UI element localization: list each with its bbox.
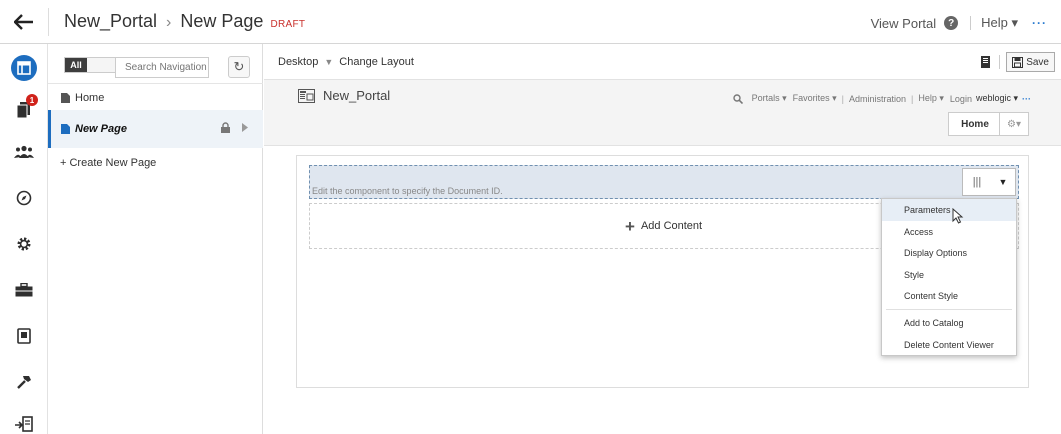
more-options-icon[interactable]: ··· xyxy=(1032,16,1047,30)
menu-item-style[interactable]: Style xyxy=(882,264,1016,286)
device-select[interactable]: Desktop xyxy=(278,56,318,68)
content-viewer-component[interactable]: Edit the component to specify the Docume… xyxy=(309,165,1019,199)
portal-header: New_Portal Portals ▾ Favorites ▾ | Admin… xyxy=(264,80,1061,146)
header-divider xyxy=(48,8,49,36)
nav-item-new-page[interactable]: New Page xyxy=(48,110,263,148)
favorites-menu[interactable]: Favorites ▾ xyxy=(793,93,837,104)
tab-home[interactable]: Home xyxy=(948,112,1002,136)
search-navigation-input[interactable] xyxy=(115,57,209,78)
menu-item-delete-content-viewer[interactable]: Delete Content Viewer xyxy=(882,334,1016,356)
menu-item-parameters[interactable]: Parameters xyxy=(882,199,1016,221)
menu-item-display-options[interactable]: Display Options xyxy=(882,242,1016,264)
component-hint: Edit the component to specify the Docume… xyxy=(312,186,503,196)
portal-logo-icon xyxy=(298,88,315,103)
toolbar-divider xyxy=(999,55,1001,69)
rail-import[interactable] xyxy=(0,404,48,434)
rail-people[interactable] xyxy=(0,132,48,172)
portal-more-icon[interactable]: ··· xyxy=(1022,94,1031,104)
user-menu[interactable]: weblogic ▾ xyxy=(976,93,1018,104)
rail-pages[interactable] xyxy=(0,48,48,88)
notification-badge: 1 xyxy=(26,94,38,106)
chevron-down-icon: ▼ xyxy=(324,57,334,67)
rail-device-preview[interactable] xyxy=(0,316,48,356)
component-layout-icon[interactable]: ||| xyxy=(963,176,991,188)
rail-toolbox[interactable] xyxy=(0,270,48,310)
portals-menu[interactable]: Portals ▾ xyxy=(752,93,787,104)
people-icon xyxy=(14,145,34,158)
save-icon xyxy=(1012,56,1024,68)
editor-toolbar: Desktop ▼ Change Layout Save xyxy=(264,44,1061,80)
import-icon xyxy=(15,416,33,432)
add-content-label: Add Content xyxy=(640,220,703,232)
search-icon[interactable] xyxy=(732,93,743,104)
save-label: Save xyxy=(1026,56,1049,68)
save-button[interactable]: Save xyxy=(1006,52,1055,72)
status-badge: DRAFT xyxy=(270,19,306,30)
breadcrumb: New_Portal › New Page DRAFT xyxy=(64,11,305,32)
portal-title: New_Portal xyxy=(298,88,390,103)
page-gear-icon[interactable]: ⚙▾ xyxy=(999,112,1029,136)
menu-item-access[interactable]: Access xyxy=(882,221,1016,243)
back-arrow-icon[interactable] xyxy=(0,0,48,44)
change-layout-link[interactable]: Change Layout xyxy=(339,56,414,68)
breadcrumb-chevron-icon: › xyxy=(166,14,172,31)
header-actions-divider xyxy=(970,16,972,30)
breadcrumb-page: New Page xyxy=(180,11,264,31)
icon-rail: 1 xyxy=(0,44,48,434)
help-circle-icon[interactable]: ? xyxy=(944,16,959,30)
add-content-button[interactable]: + Add Content xyxy=(625,216,703,236)
nav-item-label: Home xyxy=(75,92,105,104)
filter-all-label: All xyxy=(65,58,87,72)
nav-item-tools xyxy=(220,122,249,133)
create-new-page-label: + Create New Page xyxy=(60,157,157,169)
page-navigation-panel: All ↻ Home New Page + Create New Page xyxy=(48,44,263,434)
nav-item-home[interactable]: Home xyxy=(48,88,263,108)
top-header: New_Portal › New Page DRAFT View Portal … xyxy=(0,0,1061,44)
component-menu-button[interactable]: ||| ▼ xyxy=(962,168,1016,196)
portal-name: New_Portal xyxy=(323,88,391,103)
caret-right-icon[interactable] xyxy=(241,123,249,132)
layout-controls: Desktop ▼ Change Layout xyxy=(278,56,414,68)
page-icon xyxy=(61,93,70,103)
menu-item-content-style[interactable]: Content Style xyxy=(882,285,1016,307)
device-preview-icon xyxy=(17,328,31,344)
header-actions: View Portal ? Help ▾ ··· xyxy=(871,15,1047,31)
administration-link[interactable]: Administration xyxy=(849,94,906,104)
breadcrumb-portal[interactable]: New_Portal xyxy=(64,11,157,32)
refresh-icon[interactable]: ↻ xyxy=(228,56,250,78)
navigation-tools: All ↻ xyxy=(48,44,263,84)
compass-icon xyxy=(16,190,32,206)
portal-links: Portals ▾ Favorites ▾ | Administration |… xyxy=(732,93,1031,104)
chevron-down-icon[interactable]: ▼ xyxy=(991,177,1015,187)
nav-item-label: New Page xyxy=(75,123,127,135)
view-portal-link[interactable]: View Portal xyxy=(871,16,937,31)
page-properties-icon[interactable] xyxy=(979,55,993,69)
page-icon xyxy=(61,124,70,134)
lock-icon[interactable] xyxy=(220,122,231,133)
component-actions-menu: Parameters Access Display Options Style … xyxy=(881,198,1017,356)
link-divider: | xyxy=(841,93,845,104)
portal-help-menu[interactable]: Help ▾ xyxy=(918,93,944,104)
login-link[interactable]: Login xyxy=(950,94,972,104)
mouse-cursor-icon xyxy=(952,208,964,224)
gear-icon xyxy=(17,237,31,251)
menu-item-add-to-catalog[interactable]: Add to Catalog xyxy=(882,312,1016,334)
pages-icon xyxy=(11,55,37,81)
rail-documents[interactable]: 1 xyxy=(0,90,48,130)
help-menu[interactable]: Help ▾ xyxy=(981,15,1018,31)
link-divider: | xyxy=(911,93,914,104)
plus-icon: + xyxy=(625,216,635,236)
rail-build[interactable] xyxy=(0,362,48,402)
save-controls: Save xyxy=(979,52,1055,72)
rail-settings[interactable] xyxy=(0,224,48,264)
hammer-icon xyxy=(17,376,31,389)
create-new-page-button[interactable]: + Create New Page xyxy=(48,154,263,172)
toolbox-icon xyxy=(15,283,33,297)
rail-navigation[interactable] xyxy=(0,178,48,218)
menu-divider xyxy=(886,309,1012,310)
